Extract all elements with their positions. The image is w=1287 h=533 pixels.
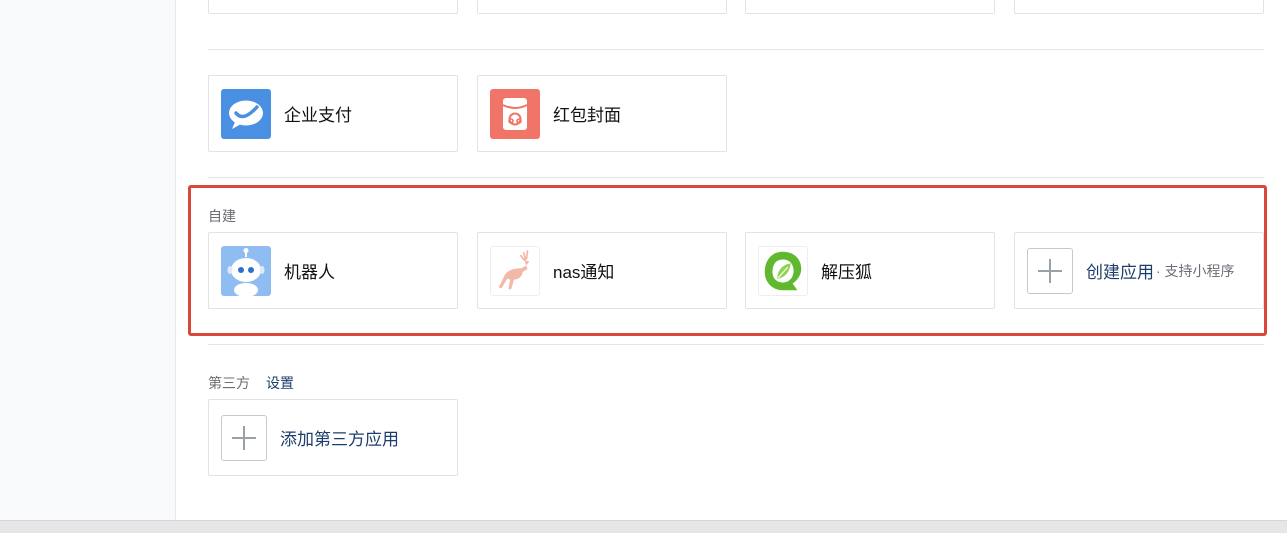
app-card-top-4[interactable] bbox=[1014, 0, 1264, 14]
wechat-pay-icon bbox=[221, 88, 271, 139]
app-label: 机器人 bbox=[284, 263, 335, 282]
app-label: 企业支付 bbox=[284, 106, 352, 125]
section-divider bbox=[208, 177, 1264, 178]
section-title-self-built: 自建 bbox=[208, 208, 236, 224]
app-card-top-2[interactable] bbox=[477, 0, 727, 14]
deer-icon bbox=[490, 245, 540, 296]
create-app-card[interactable]: 创建应用 · 支持小程序 bbox=[1014, 232, 1264, 309]
app-card-top-3[interactable] bbox=[745, 0, 995, 14]
app-card-red-packet-cover[interactable]: 红包封面 bbox=[477, 75, 727, 152]
plus-icon bbox=[1027, 247, 1073, 294]
app-label: nas通知 bbox=[553, 263, 615, 282]
app-card-nas-notify[interactable]: nas通知 bbox=[477, 232, 727, 309]
app-card-robot[interactable]: 机器人 bbox=[208, 232, 458, 309]
third-party-settings-link[interactable]: 设置 bbox=[266, 373, 294, 393]
section-divider bbox=[208, 49, 1264, 50]
app-card-jieyahu[interactable]: 解压狐 bbox=[745, 232, 995, 309]
add-third-party-app-card[interactable]: 添加第三方应用 bbox=[208, 399, 458, 476]
app-card-enterprise-pay[interactable]: 企业支付 bbox=[208, 75, 458, 152]
add-third-party-app-label: 添加第三方应用 bbox=[280, 430, 399, 449]
robot-icon bbox=[221, 245, 271, 296]
app-label: 解压狐 bbox=[821, 263, 872, 282]
section-divider bbox=[208, 344, 1264, 345]
create-app-label: 创建应用 bbox=[1086, 263, 1154, 282]
horizontal-scrollbar[interactable] bbox=[0, 520, 1287, 533]
app-card-top-1[interactable] bbox=[208, 0, 458, 14]
create-app-subtitle: · 支持小程序 bbox=[1156, 262, 1235, 279]
plus-icon bbox=[221, 414, 267, 461]
leaf-logo-icon bbox=[758, 245, 808, 296]
section-title-third-party: 第三方 bbox=[208, 375, 250, 391]
app-label: 红包封面 bbox=[553, 106, 621, 125]
red-packet-icon bbox=[490, 88, 540, 139]
left-sidebar bbox=[0, 0, 176, 520]
